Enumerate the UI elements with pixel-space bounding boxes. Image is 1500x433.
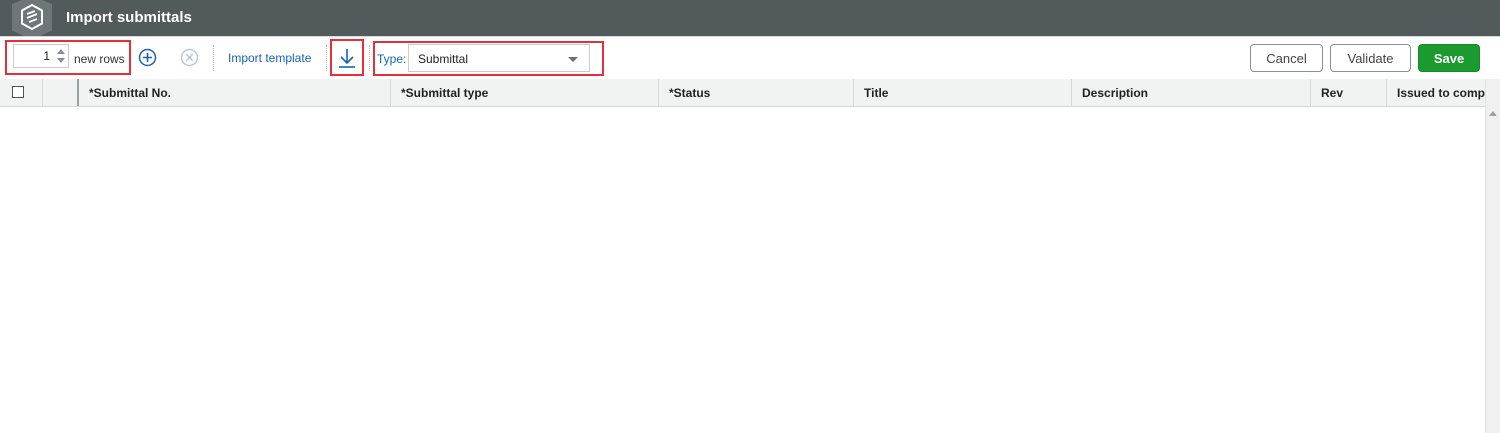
download-icon[interactable]: [337, 47, 357, 74]
toolbar-divider: [213, 45, 214, 71]
column-header-rev[interactable]: Rev: [1311, 79, 1387, 106]
stepper-down-icon[interactable]: [57, 58, 65, 63]
toolbar: 1 new rows Import template Type: Submitt…: [0, 36, 1500, 80]
type-select[interactable]: Submittal: [408, 44, 590, 72]
select-all-cell: [0, 79, 43, 106]
select-all-checkbox[interactable]: [12, 86, 24, 98]
table-header: *Submittal No. *Submittal type *Status T…: [0, 79, 1485, 107]
app-titlebar: Import submittals: [0, 0, 1500, 40]
procore-logo-icon: [12, 0, 52, 40]
column-header-title[interactable]: Title: [854, 79, 1072, 106]
chevron-down-icon: [568, 57, 578, 62]
save-button[interactable]: Save: [1418, 44, 1480, 72]
x-circle-icon[interactable]: [180, 48, 199, 72]
cancel-button[interactable]: Cancel: [1250, 44, 1323, 72]
stepper-up-icon[interactable]: [57, 49, 65, 54]
new-rows-label: new rows: [74, 52, 125, 66]
column-header-issued-to-company[interactable]: Issued to compa: [1387, 79, 1485, 106]
new-rows-value: 1: [43, 49, 50, 63]
column-header-submittal-no[interactable]: *Submittal No.: [79, 79, 391, 106]
column-header-submittal-type[interactable]: *Submittal type: [391, 79, 659, 106]
import-template-link[interactable]: Import template: [228, 51, 311, 65]
vertical-scrollbar[interactable]: [1485, 79, 1500, 433]
column-header-status[interactable]: *Status: [659, 79, 854, 106]
toolbar-divider: [369, 45, 370, 71]
page-title: Import submittals: [66, 9, 192, 26]
scroll-up-icon[interactable]: [1489, 111, 1497, 116]
column-header-description[interactable]: Description: [1072, 79, 1311, 106]
plus-circle-icon[interactable]: [138, 48, 157, 72]
type-label: Type:: [377, 52, 407, 66]
type-select-value: Submittal: [418, 52, 469, 66]
validate-button[interactable]: Validate: [1330, 44, 1411, 72]
toolbar-divider: [326, 45, 327, 71]
warning-column: [43, 79, 79, 106]
new-rows-stepper[interactable]: 1: [13, 44, 69, 68]
